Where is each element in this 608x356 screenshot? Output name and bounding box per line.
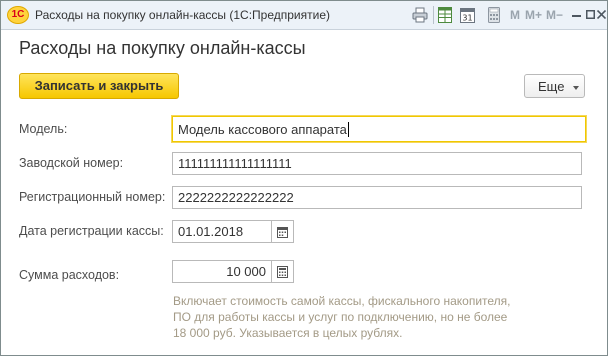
save-and-close-button[interactable]: Записать и закрыть <box>19 73 179 99</box>
calculator-button[interactable] <box>272 260 294 283</box>
hint-line: ПО для работы кассы и услуг по подключен… <box>173 310 508 324</box>
model-input[interactable]: Модель кассового аппарата <box>172 116 586 142</box>
serial-number-input[interactable]: 111111111111111111 <box>172 152 582 175</box>
hint-line: 18 000 руб. Указывается в целых рублях. <box>173 326 403 340</box>
registration-date-input[interactable]: 01.01.2018 <box>172 220 272 243</box>
form-title: Расходы на покупку онлайн-кассы <box>19 38 306 58</box>
registration-number-input[interactable]: 2222222222222222 <box>172 186 582 209</box>
minimize-icon[interactable] <box>572 15 581 18</box>
spreadsheet-icon[interactable] <box>438 7 452 23</box>
chevron-down-icon <box>573 86 579 90</box>
calculator-icon <box>277 266 288 278</box>
text-cursor <box>347 122 349 137</box>
title-bar: 1С Расходы на покупку онлайн-кассы (1С:П… <box>1 1 607 30</box>
logo-text: 1С <box>11 9 25 20</box>
amount-input[interactable]: 10 000 <box>172 260 272 283</box>
memory-minus-button[interactable]: M− <box>546 8 563 22</box>
calculator-icon[interactable] <box>488 7 500 23</box>
model-value: Модель кассового аппарата <box>178 122 347 137</box>
more-menu-label: Еще <box>538 79 565 94</box>
svg-text:31: 31 <box>462 14 472 23</box>
model-label: Модель: <box>19 122 68 136</box>
window-title: Расходы на покупку онлайн-кассы (1С:Пред… <box>35 8 330 22</box>
registration-number-label: Регистрационный номер: <box>19 190 166 204</box>
maximize-icon[interactable] <box>586 10 595 19</box>
more-menu-button[interactable]: Еще <box>524 74 585 98</box>
hint-line: Включает стоимость самой кассы, фискальн… <box>173 294 511 308</box>
amount-label: Сумма расходов: <box>19 268 120 282</box>
close-icon[interactable] <box>597 10 606 19</box>
calendar-icon <box>277 227 288 238</box>
calendar-icon[interactable]: 31 <box>460 7 475 23</box>
toolbar-separator <box>433 6 434 24</box>
date-picker-button[interactable] <box>272 220 294 243</box>
dialog-window: 1С Расходы на покупку онлайн-кассы (1С:П… <box>0 0 608 356</box>
registration-date-label: Дата регистрации кассы: <box>19 224 164 238</box>
serial-number-label: Заводской номер: <box>19 156 124 170</box>
print-icon[interactable] <box>412 7 428 23</box>
amount-hint: Включает стоимость самой кассы, фискальн… <box>173 293 573 341</box>
memory-m-button[interactable]: M <box>510 8 520 22</box>
memory-plus-button[interactable]: M+ <box>525 8 542 22</box>
1c-logo-icon: 1С <box>7 6 29 24</box>
